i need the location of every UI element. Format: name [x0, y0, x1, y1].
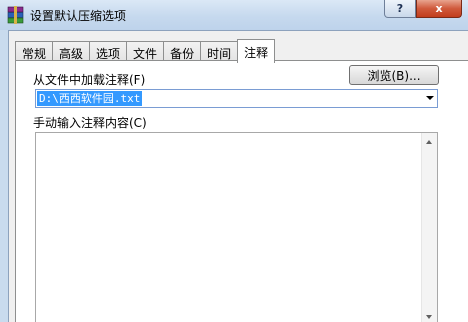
dialog-body: 常规 高级 选项 文件 备份 时间 注释 从文件中加载注释(F) 浏览(B)..… [8, 30, 468, 322]
help-button[interactable]: ? [384, 0, 416, 18]
comment-file-path: D:\西西软件园.txt [37, 91, 143, 106]
tab-comment[interactable]: 注释 [237, 39, 276, 63]
tab-backup[interactable]: 备份 [163, 41, 201, 62]
tab-time[interactable]: 时间 [200, 41, 238, 62]
scroll-down-arrow-icon[interactable] [426, 315, 432, 319]
close-icon: x [435, 2, 443, 15]
close-button[interactable]: x [416, 0, 462, 18]
tab-options[interactable]: 选项 [89, 41, 127, 62]
browse-button[interactable]: 浏览(B)... [349, 65, 439, 85]
help-icon: ? [396, 2, 404, 15]
tab-advanced[interactable]: 高级 [52, 41, 90, 62]
winrar-books-icon [7, 6, 24, 24]
scroll-up-arrow-icon[interactable] [426, 140, 432, 144]
manual-comment-label: 手动输入注释内容(C) [33, 116, 147, 130]
tab-files[interactable]: 文件 [126, 41, 164, 62]
load-comment-from-file-label: 从文件中加载注释(F) [33, 73, 146, 87]
title-bar: 设置默认压缩选项 ? x [0, 0, 468, 30]
comment-file-combobox[interactable]: D:\西西软件园.txt [35, 89, 438, 108]
dropdown-arrow-icon[interactable] [426, 96, 434, 100]
comment-textarea[interactable] [35, 132, 438, 322]
vertical-scrollbar[interactable] [421, 133, 437, 322]
window-title: 设置默认压缩选项 [30, 9, 127, 23]
tab-general[interactable]: 常规 [15, 41, 53, 62]
tab-strip: 常规 高级 选项 文件 备份 时间 注释 [15, 39, 276, 63]
